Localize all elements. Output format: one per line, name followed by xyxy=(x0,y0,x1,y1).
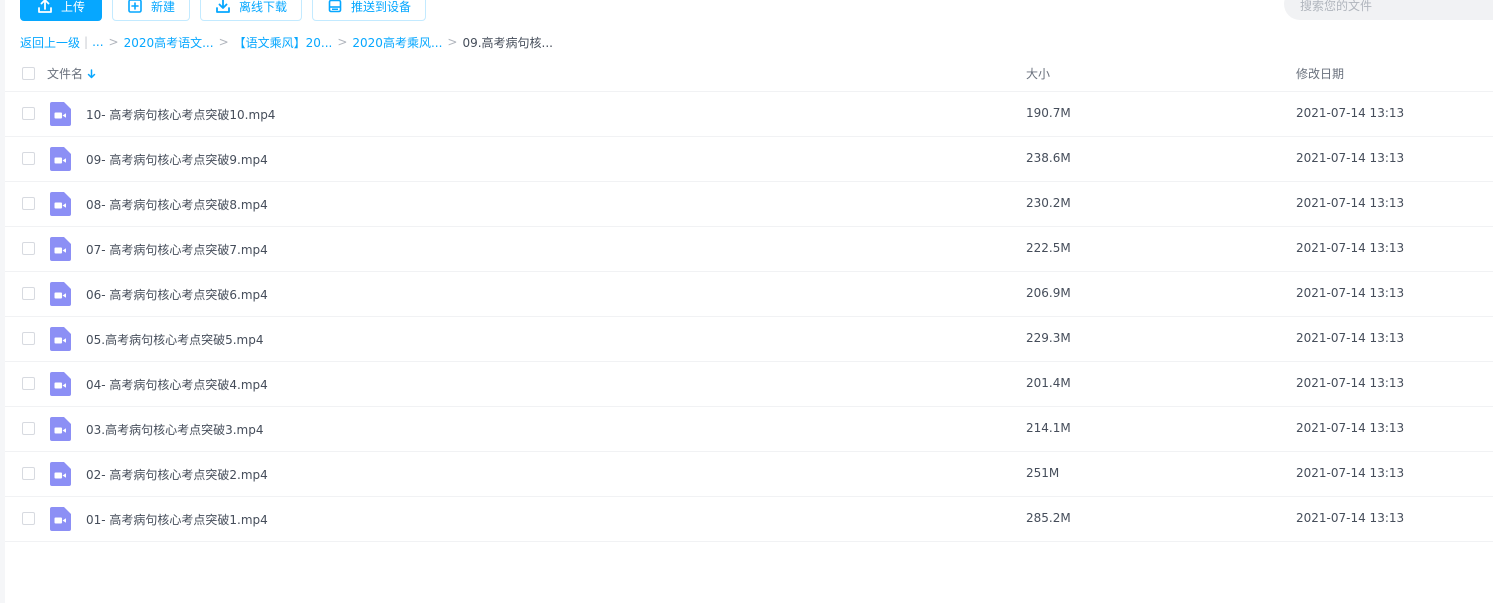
row-checkbox[interactable] xyxy=(22,152,35,165)
search-box xyxy=(1284,0,1493,20)
file-name[interactable]: 01- 高考病句核心考点突破1.mp4 xyxy=(86,511,268,528)
file-size: 229.3M xyxy=(1026,331,1071,345)
breadcrumb-separator: > xyxy=(447,35,458,49)
table-row[interactable]: 01- 高考病句核心考点突破1.mp4 285.2M 2021-07-14 13… xyxy=(5,497,1493,542)
download-icon xyxy=(215,0,231,14)
file-size: 206.9M xyxy=(1026,286,1071,300)
table-row[interactable]: 05.高考病句核心考点突破5.mp4 229.3M 2021-07-14 13:… xyxy=(5,317,1493,362)
row-checkbox[interactable] xyxy=(22,377,35,390)
breadcrumb-separator: > xyxy=(108,35,119,49)
video-file-icon xyxy=(50,327,71,351)
push-to-device-label: 推送到设备 xyxy=(351,0,412,14)
file-name[interactable]: 04- 高考病句核心考点突破4.mp4 xyxy=(86,376,268,393)
table-row[interactable]: 06- 高考病句核心考点突破6.mp4 206.9M 2021-07-14 13… xyxy=(5,272,1493,317)
breadcrumb-item[interactable]: 2020高考乘风... xyxy=(352,34,442,51)
video-file-icon xyxy=(50,417,71,441)
file-name[interactable]: 03.高考病句核心考点突破3.mp4 xyxy=(86,421,263,438)
file-size: 190.7M xyxy=(1026,106,1071,120)
file-name[interactable]: 07- 高考病句核心考点突破7.mp4 xyxy=(86,241,268,258)
file-name[interactable]: 10- 高考病句核心考点突破10.mp4 xyxy=(86,106,275,123)
column-header-size[interactable]: 大小 xyxy=(1026,65,1050,82)
file-size: 222.5M xyxy=(1026,241,1071,255)
table-row[interactable]: 03.高考病句核心考点突破3.mp4 214.1M 2021-07-14 13:… xyxy=(5,407,1493,452)
offline-download-label: 离线下载 xyxy=(239,0,288,14)
file-name[interactable]: 06- 高考病句核心考点突破6.mp4 xyxy=(86,286,268,303)
row-checkbox[interactable] xyxy=(22,242,35,255)
video-file-icon xyxy=(50,372,71,396)
upload-icon xyxy=(37,0,53,14)
breadcrumb-separator: > xyxy=(218,35,229,49)
file-modified-date: 2021-07-14 13:13 xyxy=(1296,151,1405,165)
file-name[interactable]: 08- 高考病句核心考点突破8.mp4 xyxy=(86,196,268,213)
video-file-icon xyxy=(50,102,71,126)
video-file-icon xyxy=(50,507,71,531)
file-modified-date: 2021-07-14 13:13 xyxy=(1296,196,1405,210)
table-row[interactable]: 09- 高考病句核心考点突破9.mp4 238.6M 2021-07-14 13… xyxy=(5,137,1493,182)
row-checkbox[interactable] xyxy=(22,332,35,345)
toolbar: 上传 新建 离线下载 推送到设备 xyxy=(20,0,427,21)
breadcrumb: 返回上一级 | ... > 2020高考语文... > 【语文乘风】20... … xyxy=(20,34,553,50)
row-checkbox[interactable] xyxy=(22,467,35,480)
offline-download-button[interactable]: 离线下载 xyxy=(200,0,303,21)
upload-button[interactable]: 上传 xyxy=(20,0,103,21)
file-modified-date: 2021-07-14 13:13 xyxy=(1296,241,1405,255)
file-name[interactable]: 05.高考病句核心考点突破5.mp4 xyxy=(86,331,263,348)
table-row[interactable]: 10- 高考病句核心考点突破10.mp4 190.7M 2021-07-14 1… xyxy=(5,92,1493,137)
new-label: 新建 xyxy=(151,0,176,14)
file-modified-date: 2021-07-14 13:13 xyxy=(1296,511,1405,525)
column-header-name-label: 文件名 xyxy=(47,67,84,81)
new-button[interactable]: 新建 xyxy=(112,0,191,21)
select-all-checkbox[interactable] xyxy=(22,67,35,80)
file-name[interactable]: 02- 高考病句核心考点突破2.mp4 xyxy=(86,466,268,483)
column-header-name[interactable]: 文件名 xyxy=(47,65,96,82)
file-name[interactable]: 09- 高考病句核心考点突破9.mp4 xyxy=(86,151,268,168)
row-checkbox[interactable] xyxy=(22,197,35,210)
column-header-modified[interactable]: 修改日期 xyxy=(1296,65,1344,82)
file-size: 238.6M xyxy=(1026,151,1071,165)
row-checkbox[interactable] xyxy=(22,107,35,120)
table-row[interactable]: 02- 高考病句核心考点突破2.mp4 251M 2021-07-14 13:1… xyxy=(5,452,1493,497)
breadcrumb-divider: | xyxy=(84,35,89,49)
breadcrumb-item[interactable]: 【语文乘风】20... xyxy=(234,34,333,51)
breadcrumb-separator: > xyxy=(337,35,348,49)
file-list: 10- 高考病句核心考点突破10.mp4 190.7M 2021-07-14 1… xyxy=(5,92,1493,542)
video-file-icon xyxy=(50,192,71,216)
search-input[interactable] xyxy=(1298,0,1493,14)
file-size: 285.2M xyxy=(1026,511,1071,525)
file-manager: 上传 新建 离线下载 推送到设备 搜索您的文件 返回上一级 | ... > 20… xyxy=(0,0,1493,603)
video-file-icon xyxy=(50,462,71,486)
upload-label: 上传 xyxy=(61,0,86,14)
file-modified-date: 2021-07-14 13:13 xyxy=(1296,331,1405,345)
file-modified-date: 2021-07-14 13:13 xyxy=(1296,286,1405,300)
file-size: 214.1M xyxy=(1026,421,1071,435)
file-modified-date: 2021-07-14 13:13 xyxy=(1296,106,1405,120)
table-row[interactable]: 07- 高考病句核心考点突破7.mp4 222.5M 2021-07-14 13… xyxy=(5,227,1493,272)
row-checkbox[interactable] xyxy=(22,512,35,525)
table-row[interactable]: 08- 高考病句核心考点突破8.mp4 230.2M 2021-07-14 13… xyxy=(5,182,1493,227)
file-modified-date: 2021-07-14 13:13 xyxy=(1296,466,1405,480)
file-modified-date: 2021-07-14 13:13 xyxy=(1296,376,1405,390)
file-modified-date: 2021-07-14 13:13 xyxy=(1296,421,1405,435)
new-folder-icon xyxy=(127,0,143,14)
video-file-icon xyxy=(50,282,71,306)
row-checkbox[interactable] xyxy=(22,422,35,435)
device-icon xyxy=(327,0,343,14)
breadcrumb-item[interactable]: 2020高考语文... xyxy=(124,34,214,51)
table-header: 文件名 大小 修改日期 xyxy=(5,55,1493,92)
table-row[interactable]: 04- 高考病句核心考点突破4.mp4 201.4M 2021-07-14 13… xyxy=(5,362,1493,407)
breadcrumb-ellipsis[interactable]: ... xyxy=(92,35,103,49)
breadcrumb-current: 09.高考病句核... xyxy=(462,35,553,50)
file-size: 201.4M xyxy=(1026,376,1071,390)
arrow-down-icon xyxy=(87,68,96,79)
video-file-icon xyxy=(50,237,71,261)
video-file-icon xyxy=(50,147,71,171)
push-to-device-button[interactable]: 推送到设备 xyxy=(312,0,427,21)
breadcrumb-back-link[interactable]: 返回上一级 xyxy=(20,34,80,51)
file-size: 230.2M xyxy=(1026,196,1071,210)
file-size: 251M xyxy=(1026,466,1060,480)
row-checkbox[interactable] xyxy=(22,287,35,300)
